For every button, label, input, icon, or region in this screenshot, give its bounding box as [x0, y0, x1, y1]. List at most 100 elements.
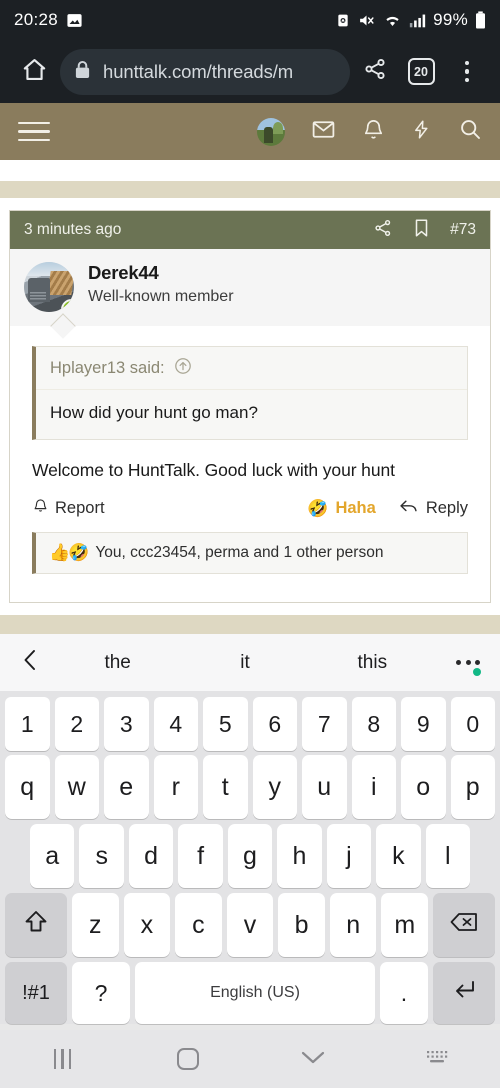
recents-button[interactable] — [0, 1049, 125, 1069]
key-g[interactable]: g — [227, 824, 273, 888]
home-square-icon — [176, 1048, 199, 1070]
key-s[interactable]: s — [79, 824, 124, 888]
suggestion-back-button[interactable] — [20, 647, 54, 678]
mute-icon — [357, 12, 376, 29]
bookmark-icon[interactable] — [413, 218, 430, 243]
browser-menu-button[interactable] — [446, 51, 488, 93]
key-l[interactable]: l — [425, 824, 470, 888]
key-w[interactable]: w — [54, 755, 99, 819]
keyboard-switch-button[interactable] — [375, 1048, 500, 1071]
key-8[interactable]: 8 — [351, 697, 396, 751]
key-y[interactable]: y — [252, 755, 297, 819]
key-1[interactable]: 1 — [5, 697, 50, 751]
section-divider-band — [0, 181, 500, 198]
symbols-key[interactable]: !#1 — [5, 962, 67, 1024]
quote-author: Hplayer13 said: — [50, 359, 165, 377]
key-z[interactable]: z — [71, 893, 119, 957]
enter-key[interactable] — [433, 962, 495, 1024]
key-c[interactable]: c — [175, 893, 222, 957]
tab-switcher-button[interactable]: 20 — [400, 51, 442, 93]
kebab-menu-icon — [464, 60, 470, 83]
notification-dot — [473, 668, 481, 676]
bell-icon — [32, 497, 49, 520]
content-gap — [0, 160, 500, 181]
key-o[interactable]: o — [401, 755, 446, 819]
avatar[interactable] — [24, 262, 74, 312]
android-nav-bar — [0, 1030, 500, 1088]
key-6[interactable]: 6 — [252, 697, 297, 751]
home-button[interactable] — [12, 50, 56, 94]
key-x[interactable]: x — [123, 893, 171, 957]
key-t[interactable]: t — [203, 755, 248, 819]
key-i[interactable]: i — [351, 755, 396, 819]
author-title: Well-known member — [88, 288, 234, 305]
shift-key[interactable] — [4, 893, 67, 957]
reply-label: Reply — [425, 499, 468, 517]
share-nodes-icon[interactable] — [373, 218, 393, 243]
space-key[interactable]: English (US) — [135, 962, 375, 1024]
mail-icon[interactable] — [311, 117, 336, 147]
question-key[interactable]: ? — [72, 962, 130, 1024]
hide-keyboard-button[interactable] — [250, 1048, 375, 1071]
key-a[interactable]: a — [30, 824, 75, 888]
nav-menu-button[interactable] — [18, 121, 50, 142]
site-nav-bar — [0, 103, 500, 160]
post-number[interactable]: #73 — [450, 221, 476, 239]
backspace-key[interactable] — [433, 893, 496, 957]
key-u[interactable]: u — [302, 755, 347, 819]
author-name[interactable]: Derek44 — [88, 262, 234, 284]
android-status-bar: 20:28 99% — [0, 0, 500, 40]
reaction-button[interactable]: 🤣 Haha — [307, 499, 376, 518]
key-0[interactable]: 0 — [450, 697, 495, 751]
key-m[interactable]: m — [381, 893, 429, 957]
sim-icon — [336, 12, 350, 29]
report-button[interactable]: Report — [32, 497, 105, 520]
post-header: 3 minutes ago #73 — [10, 211, 490, 249]
share-button[interactable] — [354, 51, 396, 93]
key-e[interactable]: e — [104, 755, 149, 819]
recents-icon — [54, 1049, 71, 1069]
suggestion-more-button[interactable] — [436, 660, 481, 676]
key-7[interactable]: 7 — [302, 697, 347, 751]
rofl-emoji-icon: 🤣 — [68, 543, 90, 562]
url-bar[interactable]: hunttalk.com/threads/m — [60, 48, 350, 95]
suggestion-word[interactable]: the — [54, 652, 181, 674]
key-3[interactable]: 3 — [104, 697, 149, 751]
period-key[interactable]: . — [380, 962, 428, 1024]
rofl-emoji-icon: 🤣 — [307, 499, 329, 518]
reply-button[interactable]: Reply — [398, 497, 468, 520]
key-r[interactable]: r — [153, 755, 198, 819]
reactions-bar[interactable]: 👍 🤣 You, ccc23454, perma and 1 other pers… — [32, 532, 468, 574]
shift-icon — [23, 908, 49, 943]
bell-icon[interactable] — [362, 117, 385, 147]
keyboard-row-numbers: 1 2 3 4 5 6 7 8 9 0 — [0, 697, 500, 751]
suggestion-word[interactable]: it — [181, 652, 308, 674]
key-4[interactable]: 4 — [153, 697, 198, 751]
suggestion-word[interactable]: this — [309, 652, 436, 674]
nav-avatar[interactable] — [257, 117, 285, 146]
home-button[interactable] — [125, 1048, 250, 1070]
key-5[interactable]: 5 — [203, 697, 248, 751]
key-n[interactable]: n — [329, 893, 377, 957]
key-j[interactable]: j — [326, 824, 372, 888]
key-h[interactable]: h — [277, 824, 322, 888]
key-q[interactable]: q — [5, 755, 50, 819]
keyboard-row-top: q w e r t y u i o p — [0, 755, 500, 819]
key-9[interactable]: 9 — [401, 697, 446, 751]
lightning-icon[interactable] — [411, 117, 432, 147]
post-card: 3 minutes ago #73 Derek44 Well-known mem… — [9, 210, 491, 603]
keyboard-row-function: !#1 ? English (US) . — [0, 962, 500, 1024]
post-message: Welcome to HuntTalk. Good luck with your… — [32, 460, 395, 480]
key-v[interactable]: v — [226, 893, 274, 957]
key-2[interactable]: 2 — [54, 697, 99, 751]
key-f[interactable]: f — [178, 824, 223, 888]
content-gap-3 — [0, 603, 500, 615]
keyboard-row-bottom: z x c v b n m — [0, 893, 500, 957]
battery-icon — [475, 11, 486, 29]
key-d[interactable]: d — [128, 824, 174, 888]
key-k[interactable]: k — [376, 824, 421, 888]
key-b[interactable]: b — [278, 893, 325, 957]
key-p[interactable]: p — [450, 755, 495, 819]
search-icon[interactable] — [458, 117, 482, 146]
jump-to-post-icon[interactable] — [174, 357, 192, 380]
